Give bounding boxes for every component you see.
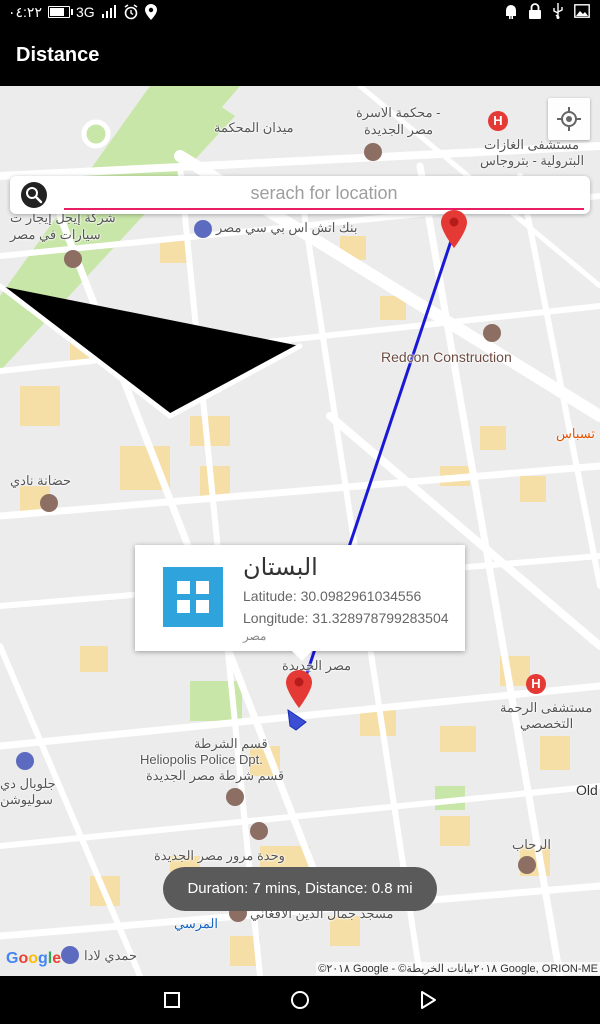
crosshair-icon [557,107,581,131]
hospital-icon: H [526,674,546,694]
map-label: مستشفى الرحمة [500,700,593,715]
square-icon [164,992,180,1008]
map-label: البترولية - بتروجاس [480,153,585,168]
map-view[interactable]: H H ميدان المحكمة محكمة الاسرة - مصر الج… [0,86,600,976]
circle-icon [291,991,309,1009]
location-type-icon [163,567,223,627]
map-pin-icon [286,670,312,708]
info-longitude: Longitude: 31.328978799283504 [243,610,449,626]
map-label: محكمة الاسرة - [356,105,441,120]
map-label: Old [576,782,598,798]
shop-icon [16,752,34,770]
map-label: Heliopolis Police Dpt. [140,752,263,767]
map-label: قسم الشرطة [194,736,268,751]
map-label: سوليوشن [0,792,53,807]
poi-icon [250,822,268,840]
app-title: Distance [16,44,100,66]
search-icon [26,187,43,204]
android-icon [506,5,516,19]
lock-icon [529,3,541,19]
status-bar: ٠٤:٢٢ 3G [0,0,600,24]
map-label: بنك اتش اس بي سي مصر [216,220,358,235]
map-label: التخصصي [520,716,574,731]
hospital-icon: H [488,111,508,131]
grid-icon [177,581,209,613]
marker-info-window[interactable]: البستان Latitude: 30.0982961034556 Longi… [135,545,465,661]
destination-marker[interactable] [286,670,312,708]
home-button[interactable] [288,988,312,1012]
map-label: وحدة مرور مصر الجديدة [154,848,285,863]
alarm-icon [124,4,138,20]
government-icon [364,143,382,161]
poi-icon [483,324,501,342]
battery-icon [47,6,73,18]
police-icon [226,788,244,806]
search-bar [10,176,590,214]
app-bar: Distance [0,24,600,86]
info-subtitle: مصر [243,629,267,643]
navigation-bar [0,976,600,1024]
info-title: البستان [243,553,318,581]
map-label: تسباس [556,426,595,441]
recents-button[interactable] [160,988,184,1012]
usb-icon [553,3,563,19]
school-icon [40,494,58,512]
signal-icon [101,5,116,18]
bank-icon [194,220,212,238]
map-label: Redcon Construction [381,349,512,365]
map-label: ميدان المحكمة [214,120,294,135]
map-label: المرسي [174,916,218,931]
info-latitude: Latitude: 30.0982961034556 [243,588,422,604]
search-button[interactable] [21,182,47,208]
map-label: سيارات في مصر [10,227,101,242]
map-label: حمدي لادا [84,948,137,963]
poi-icon [518,856,536,874]
network-type: 3G [75,4,95,20]
my-location-button[interactable] [548,98,590,140]
map-label: حضانة نادي [10,473,72,488]
clock: ٠٤:٢٢ [8,4,42,20]
search-input[interactable] [64,178,584,210]
shop-icon [61,946,79,964]
map-label: مصر الجديدة [364,122,434,137]
map-label: قسم شرطة مصر الجديدة [146,768,285,783]
shop-icon [64,250,82,268]
google-logo: Google [6,950,62,967]
map-label: جلوبال دي [0,776,56,791]
back-button[interactable] [416,988,440,1012]
map-label: الرحاب [512,837,551,852]
map-attribution: ©٢٠١٨ Google - ©٢٠١٨بيانات الخريطة Googl… [316,962,600,975]
status-left: ٠٤:٢٢ 3G [8,3,157,21]
triangle-back-icon [421,991,436,1009]
status-right [504,3,590,19]
location-icon [144,4,157,20]
distance-toast: Duration: 7 mins, Distance: 0.8 mi [163,867,437,911]
map-pin-icon [441,210,467,248]
start-marker[interactable] [441,210,467,248]
image-icon [574,4,590,18]
